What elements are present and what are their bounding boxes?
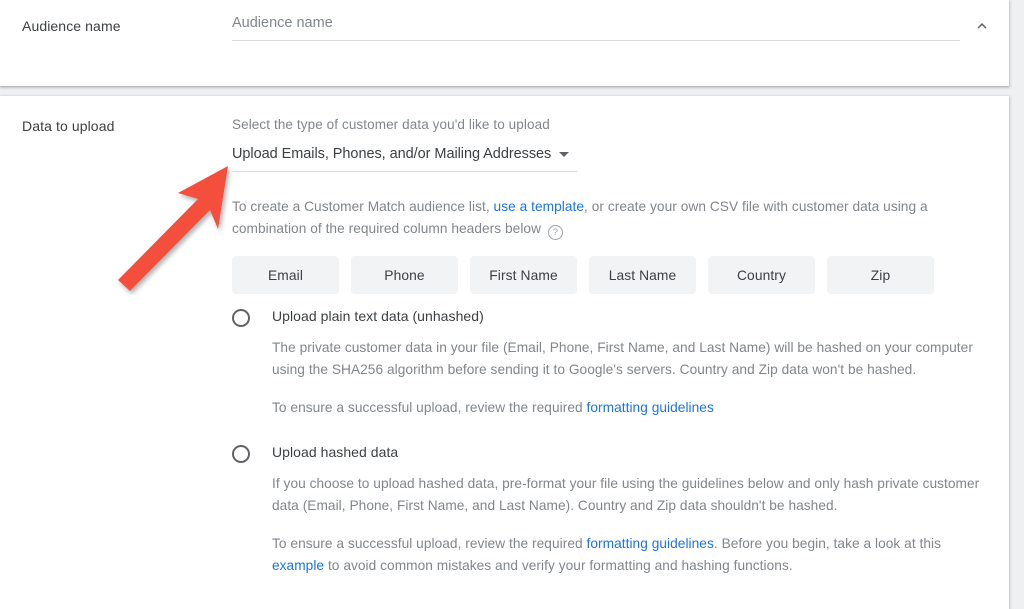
column-header-chip-row: Email Phone First Name Last Name Country… <box>232 256 934 294</box>
chip-first-name[interactable]: First Name <box>470 256 577 294</box>
option-hashed-header[interactable]: Upload hashed data <box>232 444 982 463</box>
option-hashed-p2-pre: To ensure a successful upload, review th… <box>272 536 587 551</box>
example-link[interactable]: example <box>272 558 324 573</box>
data-to-upload-label: Data to upload <box>22 118 115 134</box>
radio-upload-plain-text[interactable] <box>232 309 250 327</box>
chip-country[interactable]: Country <box>708 256 815 294</box>
audience-name-card: Audience name <box>0 0 1009 86</box>
option-hashed-title: Upload hashed data <box>272 444 399 460</box>
audience-name-label: Audience name <box>22 18 121 34</box>
option-hashed-paragraph-1: If you choose to upload hashed data, pre… <box>272 476 980 513</box>
screen-root: Audience name Data to upload Select the … <box>0 0 1024 609</box>
option-plain-header[interactable]: Upload plain text data (unhashed) <box>232 308 982 327</box>
option-plain-p2-pre: To ensure a successful upload, review th… <box>272 400 587 415</box>
chevron-down-icon <box>559 151 570 157</box>
option-upload-plain-text: Upload plain text data (unhashed) The pr… <box>232 308 982 419</box>
data-type-select-value: Upload Emails, Phones, and/or Mailing Ad… <box>232 146 552 162</box>
description-paragraph: To create a Customer Match audience list… <box>232 196 977 240</box>
description-text-part1: To create a Customer Match audience list… <box>232 199 494 214</box>
option-plain-paragraph-1: The private customer data in your file (… <box>272 340 973 377</box>
option-hashed-body: If you choose to upload hashed data, pre… <box>272 473 987 577</box>
chip-email[interactable]: Email <box>232 256 339 294</box>
data-type-select[interactable]: Upload Emails, Phones, and/or Mailing Ad… <box>232 146 577 172</box>
help-circle-icon[interactable]: ? <box>547 225 563 240</box>
use-a-template-link[interactable]: use a template <box>494 199 584 214</box>
option-hashed-p2-mid: . Before you begin, take a look at this <box>713 536 942 551</box>
collapse-section-button[interactable] <box>967 12 997 42</box>
formatting-guidelines-link-plain[interactable]: formatting guidelines <box>587 400 714 415</box>
chip-last-name[interactable]: Last Name <box>589 256 696 294</box>
option-hashed-p2-post: to avoid common mistakes and verify your… <box>324 558 793 573</box>
data-to-upload-card: Data to upload Select the type of custom… <box>0 96 1009 609</box>
formatting-guidelines-link-hashed[interactable]: formatting guidelines <box>587 536 714 551</box>
audience-name-field-wrapper <box>232 14 960 41</box>
option-plain-body: The private customer data in your file (… <box>272 337 982 419</box>
chip-zip[interactable]: Zip <box>827 256 934 294</box>
chip-phone[interactable]: Phone <box>351 256 458 294</box>
select-type-hint: Select the type of customer data you'd l… <box>232 117 550 132</box>
option-plain-paragraph-2: To ensure a successful upload, review th… <box>272 397 982 419</box>
chevron-up-icon <box>973 17 991 38</box>
audience-name-input[interactable] <box>232 15 960 41</box>
option-plain-title: Upload plain text data (unhashed) <box>272 308 484 324</box>
radio-upload-hashed[interactable] <box>232 445 250 463</box>
option-upload-hashed: Upload hashed data If you choose to uplo… <box>232 444 982 577</box>
option-hashed-paragraph-2: To ensure a successful upload, review th… <box>272 533 987 577</box>
